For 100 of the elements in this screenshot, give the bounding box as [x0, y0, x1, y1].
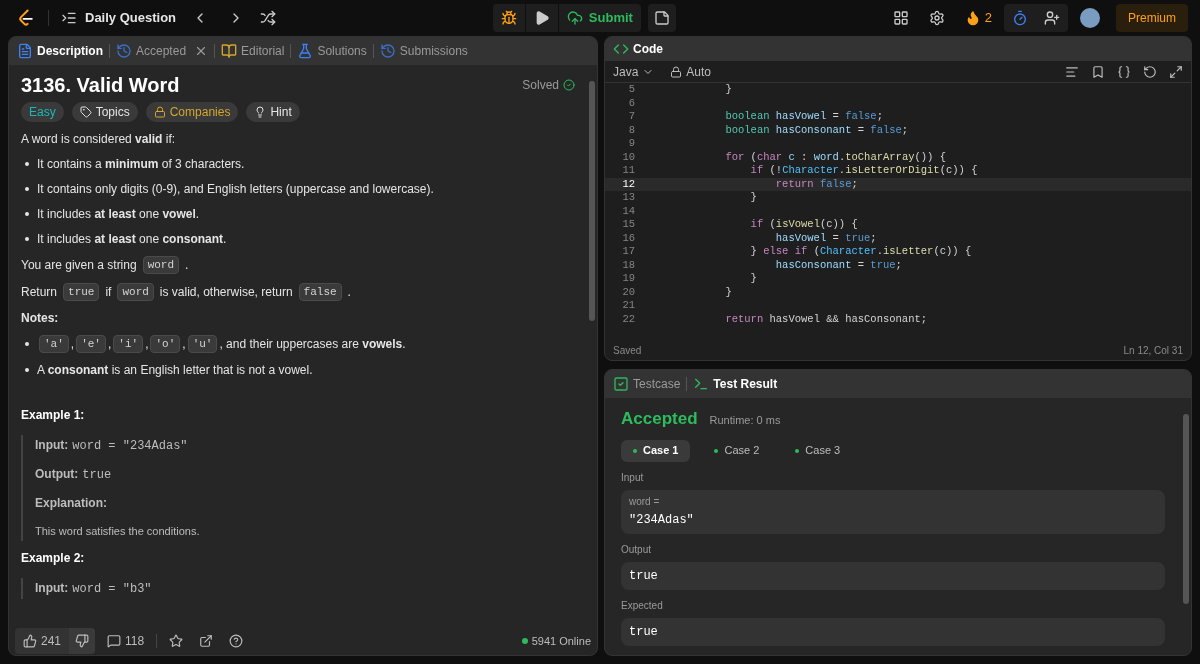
line-number: 20: [621, 285, 636, 299]
expand-icon[interactable]: [1169, 64, 1183, 79]
save-status: Saved: [613, 343, 642, 358]
code-token: =: [831, 231, 840, 245]
code-token: =: [856, 258, 866, 272]
autocomplete-mode[interactable]: Auto: [670, 62, 712, 81]
case-tab[interactable]: Case 2: [702, 439, 772, 462]
code-token: :: [800, 150, 809, 164]
panel-tab[interactable]: Test Result: [693, 375, 778, 393]
premium-button[interactable]: Premium: [1116, 4, 1188, 32]
hint-button[interactable]: Hint: [246, 102, 300, 122]
braces-icon[interactable]: [1117, 64, 1131, 79]
dislike-button[interactable]: [69, 628, 96, 654]
bullet-icon: [25, 212, 29, 216]
line-number: 17: [621, 245, 636, 259]
online-count: 5941 Online: [531, 633, 591, 649]
case-tab[interactable]: Case 1: [621, 439, 691, 462]
description-text: .: [185, 257, 189, 273]
bug-icon: [500, 10, 517, 26]
panel-tab[interactable]: Solutions: [297, 42, 367, 60]
code-token: if: [749, 218, 764, 232]
code-token: }: [749, 191, 757, 205]
inline-code: 'e': [76, 335, 106, 353]
code-token: =: [856, 123, 866, 137]
code-token: ;: [870, 231, 877, 245]
logo-icon[interactable]: [16, 8, 36, 28]
code-token: Character: [782, 164, 839, 178]
code-token: isLetter: [882, 245, 934, 259]
code-token: (c)) {: [933, 245, 972, 259]
lock-icon: [153, 106, 166, 118]
code-icon: [613, 41, 629, 57]
panel-tab[interactable]: Submissions: [379, 42, 468, 60]
code-token: }: [749, 245, 758, 259]
code-token: else if: [763, 245, 808, 259]
example-title: Example 2:: [21, 550, 86, 566]
list-icon[interactable]: [61, 10, 77, 26]
lightbulb-icon: [254, 106, 267, 118]
case-tab[interactable]: Case 3: [783, 439, 853, 462]
code-token: for: [724, 150, 745, 164]
run-button[interactable]: [525, 4, 558, 32]
description-text: ,: [182, 336, 186, 352]
bullet-icon: [25, 237, 29, 241]
line-number: 15: [621, 218, 636, 232]
description-text: if: [105, 284, 112, 300]
companies-button[interactable]: Companies: [145, 102, 239, 122]
example-title: Example 1:: [21, 407, 86, 423]
thumbs-up-icon: [23, 634, 37, 648]
line-number: 19: [621, 272, 636, 286]
code-token: false: [818, 177, 852, 191]
code-token: char: [756, 150, 783, 164]
help-icon[interactable]: [229, 634, 244, 648]
format-icon[interactable]: [1065, 64, 1079, 79]
check-icon: [563, 79, 575, 91]
layout-icon[interactable]: [892, 10, 909, 26]
language-select[interactable]: Java: [613, 62, 655, 81]
code-token: (!: [768, 164, 783, 178]
panel-tab[interactable]: Editorial: [221, 42, 285, 60]
line-number: 13: [621, 191, 636, 205]
description-text: Notes:: [21, 310, 59, 326]
line-number: 21: [621, 299, 636, 313]
debug-button[interactable]: [492, 4, 525, 32]
code-token: word: [813, 150, 839, 164]
example-value: word = "234Adas": [72, 438, 188, 454]
reset-icon[interactable]: [1143, 64, 1157, 79]
code-token: (c)) {: [939, 164, 978, 178]
topics-button[interactable]: Topics: [71, 102, 138, 122]
line-number: 5: [627, 83, 636, 97]
checkbox-icon: [613, 376, 629, 392]
problem-title: 3136. Valid Word: [21, 77, 180, 93]
shuffle-icon[interactable]: [260, 10, 277, 26]
code-token: Character: [819, 245, 877, 259]
code-token: toCharArray: [845, 150, 915, 164]
note-button[interactable]: [647, 4, 676, 32]
line-number: 22: [621, 312, 636, 326]
line-number: 9: [627, 137, 636, 151]
description-text: It includes at least one vowel.: [37, 206, 200, 222]
example-label: Output:: [35, 466, 79, 482]
panel-tab[interactable]: Description: [17, 42, 103, 60]
code-token: hasConsonant: [774, 123, 852, 137]
value-text: true: [629, 623, 659, 640]
line-number: 10: [621, 150, 636, 164]
verdict: Accepted: [621, 408, 698, 430]
problem-list-title[interactable]: Daily Question: [85, 8, 177, 28]
code-token: c: [787, 150, 795, 164]
value-text: "234Adas": [629, 511, 695, 528]
panel-tab[interactable]: Testcase: [613, 375, 681, 393]
inline-code: word: [142, 256, 180, 274]
bookmark-icon[interactable]: [1091, 64, 1105, 79]
settings-icon[interactable]: [928, 10, 945, 26]
value-text: true: [629, 567, 659, 584]
lock-icon: [670, 65, 683, 78]
variable-name: word =: [629, 495, 661, 508]
avatar[interactable]: [1080, 8, 1100, 28]
comments-button[interactable]: 118: [107, 632, 145, 650]
submit-button[interactable]: Submit: [558, 4, 641, 32]
code-token: isLetterOrDigit: [845, 164, 940, 178]
panel-tab[interactable]: Accepted: [116, 42, 209, 60]
description-text: is valid, otherwise, return: [159, 284, 293, 300]
star-icon[interactable]: [169, 634, 184, 648]
share-icon[interactable]: [199, 634, 214, 648]
